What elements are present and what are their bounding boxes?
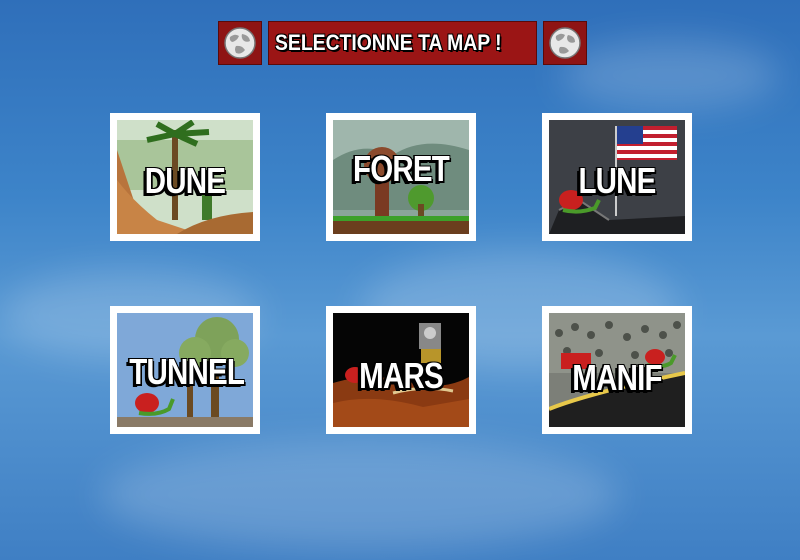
map-thumbnail-mars: MARS <box>333 313 469 427</box>
map-card-foret[interactable]: FORET <box>326 113 476 241</box>
map-card-dune[interactable]: DUNE <box>110 113 260 241</box>
map-thumbnail-tunnel: TUNNEL <box>117 313 253 427</box>
map-thumbnail-dune: DUNE <box>117 120 253 234</box>
map-thumbnail-foret: FORET <box>333 120 469 234</box>
globe-icon <box>218 21 262 65</box>
map-label-manif: MANIF <box>572 357 662 398</box>
cloud <box>100 440 620 550</box>
map-thumbnail-lune: LUNE <box>549 120 685 234</box>
map-label-mars: MARS <box>359 355 443 396</box>
map-label-lune: LUNE <box>578 160 656 201</box>
map-label-dune: DUNE <box>144 160 226 201</box>
globe-icon <box>543 21 587 65</box>
map-card-manif[interactable]: MANIF <box>542 306 692 434</box>
map-card-mars[interactable]: MARS <box>326 306 476 434</box>
map-label-tunnel: TUNNEL <box>129 351 245 392</box>
page-title-banner: SELECTIONNE TA MAP ! <box>268 21 537 65</box>
map-thumbnail-manif: MANIF <box>549 313 685 427</box>
page-title: SELECTIONNE TA MAP ! <box>275 30 502 55</box>
map-label-foret: FORET <box>353 148 450 189</box>
map-card-tunnel[interactable]: TUNNEL <box>110 306 260 434</box>
cloud <box>560 40 780 110</box>
map-card-lune[interactable]: LUNE <box>542 113 692 241</box>
page-header: SELECTIONNE TA MAP ! <box>218 21 587 65</box>
